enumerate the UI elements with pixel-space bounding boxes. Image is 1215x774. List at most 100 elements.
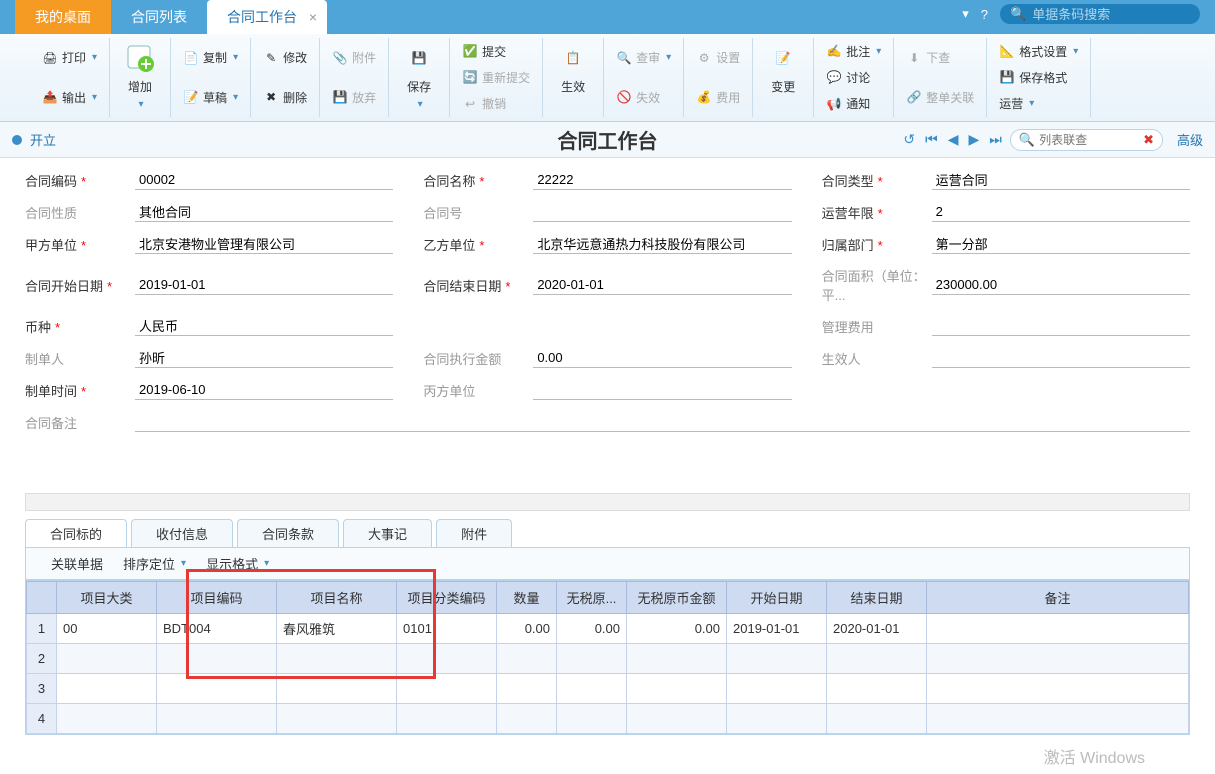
name-input[interactable] bbox=[533, 170, 791, 190]
discuss-button[interactable]: 💬讨论 bbox=[820, 66, 887, 89]
prev-icon[interactable]: ◀ bbox=[946, 131, 961, 148]
tab-contract-list[interactable]: 合同列表 bbox=[111, 0, 207, 34]
output-button[interactable]: 📤输出▾ bbox=[36, 86, 103, 109]
assoc-button[interactable]: 🔗整单关联 bbox=[900, 86, 980, 109]
cell-cat[interactable] bbox=[57, 704, 157, 734]
dt-assoc[interactable]: 关联单据 bbox=[51, 554, 103, 573]
cell-end[interactable] bbox=[827, 704, 927, 734]
cell-code[interactable] bbox=[157, 704, 277, 734]
cell-name[interactable] bbox=[277, 644, 397, 674]
cell-code[interactable] bbox=[157, 644, 277, 674]
cell-qty[interactable] bbox=[497, 644, 557, 674]
table-row[interactable]: 2 bbox=[27, 644, 1189, 674]
setting-button[interactable]: ⚙设置 bbox=[690, 46, 746, 69]
cell-cls[interactable]: 0101 bbox=[397, 614, 497, 644]
curr-input[interactable] bbox=[135, 316, 393, 336]
cell-start[interactable] bbox=[727, 704, 827, 734]
cell-start[interactable] bbox=[727, 644, 827, 674]
cell-price[interactable] bbox=[557, 644, 627, 674]
dt-sort[interactable]: 排序定位▾ bbox=[123, 554, 186, 573]
submit-button[interactable]: ✅提交 bbox=[456, 40, 536, 63]
attach-button[interactable]: 📎附件 bbox=[326, 46, 382, 69]
last-icon[interactable]: ⏭ bbox=[987, 131, 1004, 148]
copy-button[interactable]: 📄复制▾ bbox=[177, 46, 244, 69]
next-icon[interactable]: ▶ bbox=[967, 131, 982, 148]
col-remark[interactable]: 备注 bbox=[927, 582, 1189, 614]
col-start[interactable]: 开始日期 bbox=[727, 582, 827, 614]
tab-desktop[interactable]: 我的桌面 bbox=[15, 0, 111, 34]
dtab-payment[interactable]: 收付信息 bbox=[131, 519, 233, 547]
invalid-button[interactable]: 🚫失效 bbox=[610, 86, 677, 109]
list-search-input[interactable] bbox=[1039, 133, 1139, 147]
dtab-attach[interactable]: 附件 bbox=[436, 519, 512, 547]
col-end[interactable]: 结束日期 bbox=[827, 582, 927, 614]
col-cat[interactable]: 项目大类 bbox=[57, 582, 157, 614]
cell-qty[interactable] bbox=[497, 674, 557, 704]
dtab-target[interactable]: 合同标的 bbox=[25, 519, 127, 547]
remark-input[interactable] bbox=[135, 412, 1190, 432]
add-button[interactable]: 增加▾ bbox=[116, 38, 164, 114]
clear-icon[interactable]: ✖ bbox=[1143, 132, 1154, 148]
cell-end[interactable]: 2020-01-01 bbox=[827, 614, 927, 644]
code-input[interactable] bbox=[135, 170, 393, 190]
cell-cat[interactable] bbox=[57, 644, 157, 674]
cell-code[interactable]: BDT004 bbox=[157, 614, 277, 644]
mfee-input[interactable] bbox=[932, 316, 1190, 336]
end-input[interactable] bbox=[533, 275, 791, 295]
modify-button[interactable]: ✎修改 bbox=[257, 46, 313, 69]
cell-qty[interactable] bbox=[497, 704, 557, 734]
undo-icon[interactable]: ↺ bbox=[901, 131, 917, 148]
save-button[interactable]: 💾保存▾ bbox=[395, 38, 443, 114]
cell-price[interactable] bbox=[557, 674, 627, 704]
type-input[interactable] bbox=[932, 170, 1190, 190]
dt-disp[interactable]: 显示格式▾ bbox=[206, 554, 269, 573]
col-amt[interactable]: 无税原币金额 bbox=[627, 582, 727, 614]
cell-remark[interactable] bbox=[927, 704, 1189, 734]
eff-input[interactable] bbox=[932, 348, 1190, 368]
col-name[interactable]: 项目名称 bbox=[277, 582, 397, 614]
draft-button[interactable]: 📝草稿▾ bbox=[177, 86, 244, 109]
advanced-link[interactable]: 高级 bbox=[1177, 130, 1203, 149]
cell-amt[interactable] bbox=[627, 704, 727, 734]
cell-remark[interactable] bbox=[927, 614, 1189, 644]
operate-button[interactable]: 运营▾ bbox=[993, 92, 1084, 115]
table-row[interactable]: 100BDT004春风雅筑01010.000.000.002019-01-012… bbox=[27, 614, 1189, 644]
table-row[interactable]: 3 bbox=[27, 674, 1189, 704]
table-row[interactable]: 4 bbox=[27, 704, 1189, 734]
cell-remark[interactable] bbox=[927, 644, 1189, 674]
dtab-events[interactable]: 大事记 bbox=[343, 519, 432, 547]
print-button[interactable]: 🖨打印▾ bbox=[36, 46, 103, 69]
resubmit-button[interactable]: 🔄重新提交 bbox=[456, 66, 536, 89]
cell-code[interactable] bbox=[157, 674, 277, 704]
revoke-button[interactable]: ↩撤销 bbox=[456, 92, 536, 115]
cell-qty[interactable]: 0.00 bbox=[497, 614, 557, 644]
pc-input[interactable] bbox=[533, 380, 791, 400]
no-input[interactable] bbox=[533, 202, 791, 222]
cell-end[interactable] bbox=[827, 674, 927, 704]
barcode-search-input[interactable] bbox=[1032, 7, 1208, 22]
cell-cls[interactable] bbox=[397, 674, 497, 704]
abandon-button[interactable]: 💾放弃 bbox=[326, 86, 382, 109]
cell-cls[interactable] bbox=[397, 704, 497, 734]
review-button[interactable]: 🔍查审▾ bbox=[610, 46, 677, 69]
effect-button[interactable]: 📋生效 bbox=[549, 38, 597, 99]
help-icon[interactable]: ? bbox=[981, 7, 988, 22]
format-button[interactable]: 📐格式设置▾ bbox=[993, 40, 1084, 63]
col-rownum[interactable] bbox=[27, 582, 57, 614]
nature-input[interactable] bbox=[135, 202, 393, 222]
col-qty[interactable]: 数量 bbox=[497, 582, 557, 614]
col-price[interactable]: 无税原... bbox=[557, 582, 627, 614]
detail-grid[interactable]: 项目大类 项目编码 项目名称 项目分类编码 数量 无税原... 无税原币金额 开… bbox=[26, 581, 1189, 734]
cell-name[interactable] bbox=[277, 704, 397, 734]
close-icon[interactable]: × bbox=[309, 9, 317, 25]
area-input[interactable] bbox=[932, 275, 1190, 295]
cell-start[interactable]: 2019-01-01 bbox=[727, 614, 827, 644]
cell-price[interactable]: 0.00 bbox=[557, 614, 627, 644]
barcode-search[interactable]: 🔍 bbox=[1000, 4, 1200, 24]
amt-input[interactable] bbox=[533, 348, 791, 368]
notify-button[interactable]: 📢通知 bbox=[820, 92, 887, 115]
cell-cat[interactable]: 00 bbox=[57, 614, 157, 644]
cell-amt[interactable] bbox=[627, 674, 727, 704]
cell-name[interactable] bbox=[277, 674, 397, 704]
dept-input[interactable] bbox=[932, 234, 1190, 254]
